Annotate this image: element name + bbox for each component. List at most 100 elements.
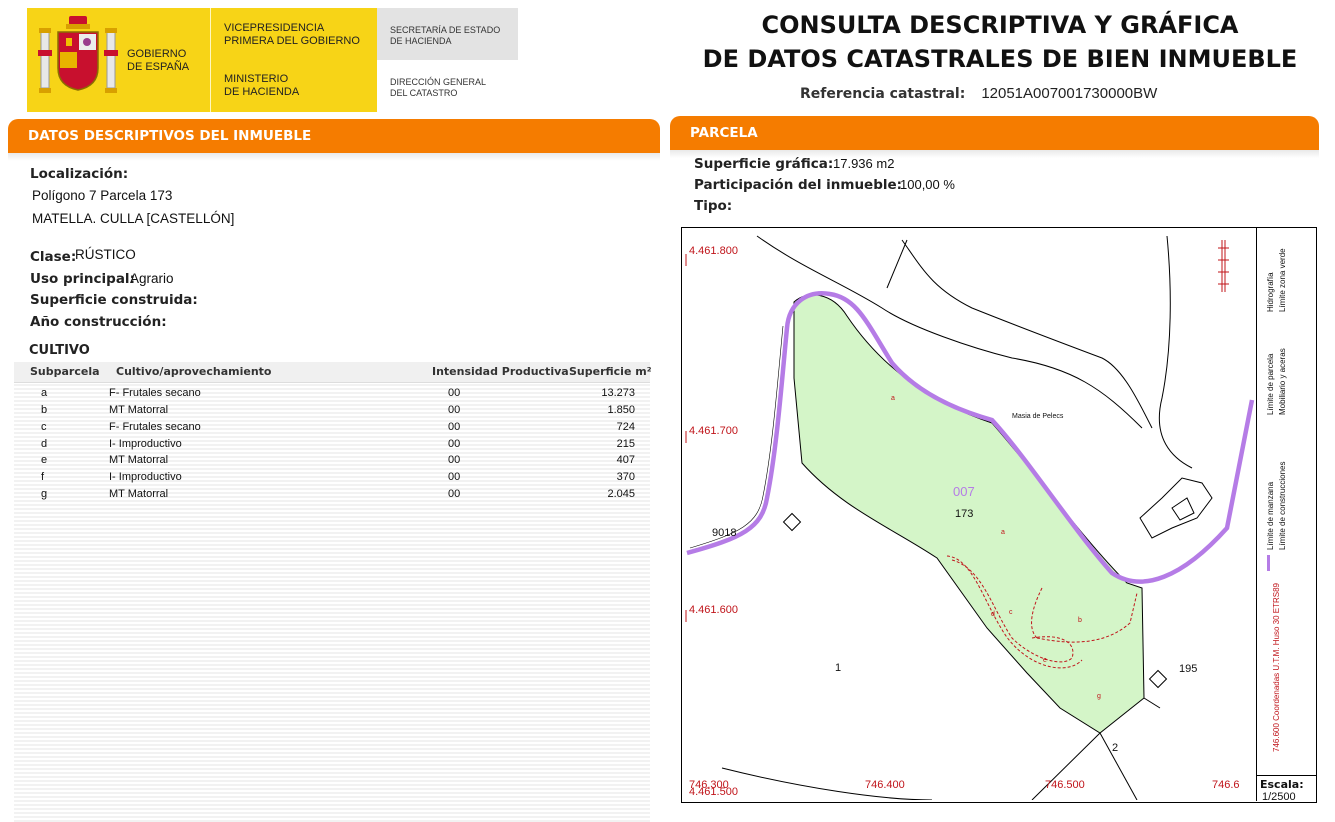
cell-intensidad: 00: [448, 471, 461, 483]
masia-label: Masia de Pelecs: [1012, 413, 1064, 420]
parcela-section-header: PARCELA: [670, 116, 1319, 150]
x-tick-3: 746.500: [1045, 779, 1085, 791]
page-title-line2: DE DATOS CATASTRALES DE BIEN INMUEBLE: [702, 45, 1298, 73]
participacion-value: 100,00 %: [900, 177, 955, 192]
legend-manzana: Límite de manzana: [1266, 481, 1275, 550]
y-tick-1: 4.461.800: [689, 245, 738, 257]
table-row: f I- Improductivo 00 370: [14, 469, 650, 486]
cell-intensidad: 00: [448, 488, 461, 500]
coat-of-arms-icon: [38, 16, 118, 93]
subparcel-e-label: e: [1043, 657, 1047, 664]
secretaria-line1: SECRETARÍA DE ESTADO: [390, 25, 501, 35]
cell-subparcela: c: [41, 421, 47, 433]
descriptive-header-shadow: [8, 153, 660, 161]
parcela-section-title: PARCELA: [690, 125, 758, 141]
scale-value: 1/2500: [1262, 791, 1296, 803]
th-cultivo: Cultivo/aprovechamiento: [116, 365, 272, 378]
cell-intensidad: 00: [448, 454, 461, 466]
x-tick-4: 746.6: [1212, 779, 1240, 791]
legend-coords: 746.600 Coordenadas U.T.M. Huso 30 ETRS8…: [1272, 583, 1281, 752]
clase-value: RÚSTICO: [75, 247, 136, 262]
participacion-label: Participación del inmueble:: [694, 177, 903, 193]
superficie-construida-label: Superficie construida:: [30, 292, 198, 308]
referencia-label: Referencia catastral:: [800, 86, 966, 102]
boundary-line-1: [1143, 697, 1161, 709]
small-building-2: [1148, 669, 1168, 689]
secretaria-line2: DE HACIENDA: [390, 36, 452, 46]
scale-label: Escala:: [1260, 778, 1304, 791]
parcel-195-label: 195: [1179, 663, 1198, 675]
th-subparcela: Subparcela: [30, 365, 100, 378]
referencia-value: 12051A007001730000BW: [981, 85, 1158, 102]
gobierno-line1: GOBIERNO: [127, 48, 187, 60]
x-tick-2: 746.400: [865, 779, 905, 791]
legend-hidrografia: Hidrografía: [1266, 272, 1275, 312]
legend-construcciones: Límite de construcciones: [1278, 461, 1287, 551]
legend-separator: [1256, 227, 1257, 801]
small-building-1: [782, 512, 802, 532]
cell-intensidad: 00: [448, 421, 461, 433]
cell-cultivo: MT Matorral: [109, 404, 169, 416]
subparcel-a2-label: a: [1001, 529, 1005, 536]
uso-principal-label: Uso principal:: [30, 271, 135, 287]
table-row: d I- Improductivo 00 215: [14, 436, 650, 453]
superficie-grafica-value: 17.936 m2: [833, 156, 895, 171]
referencia-catastral: Referencia catastral: 12051A007001730000B…: [800, 85, 1157, 102]
cell-superficie: 13.273: [601, 387, 635, 399]
table-row: b MT Matorral 00 1.850: [14, 402, 650, 419]
cell-subparcela: g: [41, 488, 48, 500]
localizacion-label: Localización:: [30, 166, 129, 182]
cell-subparcela: d: [41, 438, 48, 450]
boundary-line-3: [1099, 732, 1138, 800]
cultivo-title: CULTIVO: [29, 343, 90, 358]
cell-superficie: 215: [616, 438, 635, 450]
cell-cultivo: F- Frutales secano: [109, 421, 201, 433]
table-row: g MT Matorral 00 2.045: [14, 486, 650, 503]
anio-construccion-label: Año construcción:: [30, 314, 167, 330]
cell-superficie: 1.850: [607, 404, 635, 416]
th-intensidad: Intensidad Productiva: [432, 365, 569, 378]
cell-superficie: 2.045: [607, 488, 635, 500]
table-row: c F- Frutales secano 00 724: [14, 419, 650, 436]
cell-subparcela: e: [41, 454, 48, 466]
table-row: e MT Matorral 00 407: [14, 452, 650, 469]
y-tick-3: 4.461.600: [689, 604, 738, 616]
cell-cultivo: MT Matorral: [109, 454, 169, 466]
poligono-label: 007: [953, 484, 975, 499]
road-line-3: [1158, 235, 1193, 469]
cell-cultivo: MT Matorral: [109, 488, 169, 500]
cell-superficie: 724: [616, 421, 635, 433]
scale-separator: [1256, 775, 1316, 776]
parcel-2-label: 2: [1112, 742, 1119, 754]
legend-zona-verde: Límite zona verde: [1278, 248, 1287, 312]
direccion-line2: DEL CATASTRO: [390, 88, 458, 98]
cell-intensidad: 00: [448, 404, 461, 416]
cell-cultivo: I- Improductivo: [109, 471, 182, 483]
cell-subparcela: f: [41, 471, 45, 483]
building-outline-1: [1139, 477, 1213, 539]
legend-mobiliario: Mobiliario y aceras: [1278, 348, 1287, 415]
uso-principal-value: Agrario: [130, 271, 174, 286]
cell-intensidad: 00: [448, 387, 461, 399]
cell-superficie: 370: [616, 471, 635, 483]
subparcel-d-label: d: [991, 611, 995, 618]
logo-divider: [210, 8, 211, 112]
tipo-label: Tipo:: [694, 198, 733, 214]
superficie-grafica-label: Superficie gráfica:: [694, 156, 834, 172]
subparcel-c-label: c: [1009, 609, 1013, 616]
cell-superficie: 407: [616, 454, 635, 466]
subparcel-a-label: a: [891, 395, 895, 402]
page-title-line1: CONSULTA DESCRIPTIVA Y GRÁFICA: [761, 11, 1239, 39]
descriptive-section-header: DATOS DESCRIPTIVOS DEL INMUEBLE: [8, 119, 660, 153]
subparcel-g-label: g: [1097, 693, 1101, 700]
parcela-number-label: 173: [955, 508, 974, 520]
road-9018-label: 9018: [712, 527, 737, 539]
page-title: CONSULTA DESCRIPTIVA Y GRÁFICA DE DATOS …: [700, 8, 1300, 76]
descriptive-section-title: DATOS DESCRIPTIVOS DEL INMUEBLE: [28, 128, 312, 144]
ministerio-line2: DE HACIENDA: [224, 86, 300, 98]
legend-manzana-swatch: [1263, 555, 1275, 571]
parcel-1-label: 1: [835, 662, 842, 674]
building-outline-2: [1171, 497, 1195, 521]
ministerio-line1: MINISTERIO: [224, 73, 289, 85]
localizacion-line1: Polígono 7 Parcela 173: [32, 188, 173, 203]
